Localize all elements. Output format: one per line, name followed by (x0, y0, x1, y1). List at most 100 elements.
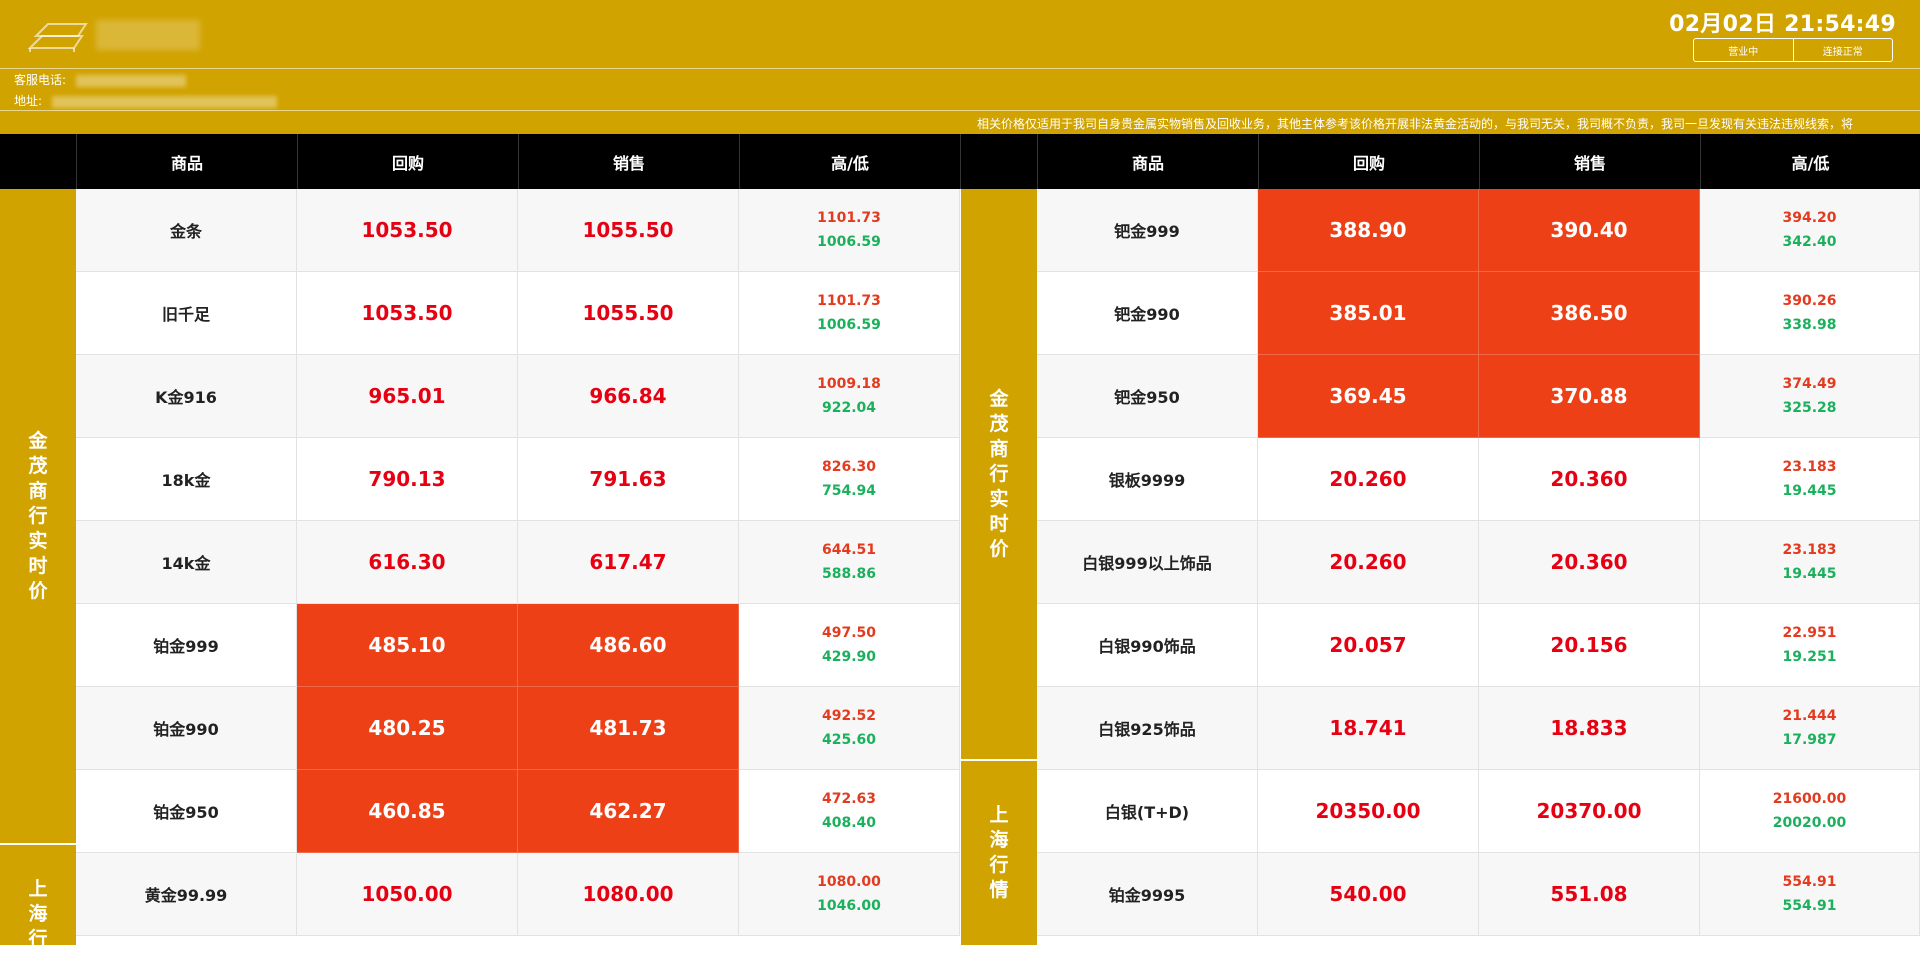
buyback-price-cell: 388.90 (1258, 189, 1479, 272)
notice-marquee: 相关价格仅适用于我司自身贵金属实物销售及回收业务，其他主体参考该价格开展非法黄金… (977, 117, 1854, 131)
divider (0, 110, 1920, 111)
table-row: K金916 965.01 966.84 1009.18 922.04 (76, 355, 960, 438)
low-price: 429.90 (821, 649, 877, 665)
group-label-char: 时 (989, 512, 1009, 535)
product-name-cell: 白银990饰品 (1037, 604, 1258, 687)
sell-price-cell: 20.360 (1479, 521, 1700, 604)
low-price: 408.40 (821, 815, 877, 831)
buyback-price-cell: 369.45 (1258, 355, 1479, 438)
sell-price-cell: 1055.50 (518, 272, 739, 355)
sell-price-cell: 966.84 (518, 355, 739, 438)
low-price: 425.60 (821, 732, 877, 748)
low-price: 1006.59 (817, 234, 881, 250)
sell-price-cell: 791.63 (518, 438, 739, 521)
high-low-cell: 1101.73 1006.59 (739, 189, 960, 272)
group-label-char: 金 (28, 429, 48, 452)
high-low-cell: 21600.00 20020.00 (1700, 770, 1920, 853)
product-name-cell: 14k金 (76, 521, 297, 604)
high-price: 644.51 (821, 542, 877, 558)
group-label-realtime: 金茂商行实时价 (961, 189, 1037, 761)
low-price: 1046.00 (817, 898, 881, 914)
buyback-price-cell: 790.13 (297, 438, 518, 521)
high-low-cell: 644.51 588.86 (739, 521, 960, 604)
high-price: 1080.00 (817, 874, 881, 890)
high-low-cell: 23.183 19.445 (1700, 438, 1920, 521)
high-price: 23.183 (1782, 459, 1837, 475)
high-low-cell: 554.91 554.91 (1700, 853, 1920, 936)
low-price: 325.28 (1782, 400, 1837, 416)
group-label-char: 茂 (28, 454, 48, 477)
table-row: 铂金999 485.10 486.60 497.50 429.90 (76, 604, 960, 687)
phone-value-blurred (75, 74, 186, 87)
sell-price-cell: 551.08 (1479, 853, 1700, 936)
high-price: 472.63 (821, 791, 877, 807)
group-label-char: 海 (989, 829, 1009, 851)
buyback-price-cell: 616.30 (297, 521, 518, 604)
col-header-sell: 销售 (1479, 134, 1700, 189)
high-low-cell: 23.183 19.445 (1700, 521, 1920, 604)
high-low-cell: 1009.18 922.04 (739, 355, 960, 438)
buyback-price-cell: 1053.50 (297, 272, 518, 355)
group-label-char: 行 (989, 462, 1009, 485)
table-row: 铂金990 480.25 481.73 492.52 425.60 (76, 687, 960, 770)
product-name-cell: 旧千足 (76, 272, 297, 355)
high-price: 394.20 (1782, 210, 1837, 226)
product-name-cell: 钯金999 (1037, 189, 1258, 272)
col-header-name: 商品 (76, 134, 297, 189)
table-row: 铂金9995 540.00 551.08 554.91 554.91 (1037, 853, 1920, 936)
low-price: 1006.59 (817, 317, 881, 333)
product-name-cell: 铂金990 (76, 687, 297, 770)
col-header-highlow: 高/低 (739, 134, 960, 189)
product-name-cell: 金条 (76, 189, 297, 272)
table-row: 旧千足 1053.50 1055.50 1101.73 1006.59 (76, 272, 960, 355)
group-label-char: 情 (989, 879, 1009, 901)
product-name-cell: K金916 (76, 355, 297, 438)
group-label-char: 行 (28, 928, 48, 950)
product-name-cell: 白银999以上饰品 (1037, 521, 1258, 604)
high-low-cell: 22.951 19.251 (1700, 604, 1920, 687)
col-header-sell: 销售 (518, 134, 739, 189)
address-line: 地址: (14, 92, 277, 109)
table-row: 黄金99.99 1050.00 1080.00 1080.00 1046.00 (76, 853, 960, 936)
high-low-cell: 21.444 17.987 (1700, 687, 1920, 770)
group-label-char: 上 (989, 804, 1009, 826)
low-price: 19.445 (1782, 483, 1837, 499)
header-spacer (960, 134, 1037, 189)
group-label-shanghai: 上海行情 (961, 761, 1037, 945)
product-name-cell: 铂金9995 (1037, 853, 1258, 936)
product-name-cell: 18k金 (76, 438, 297, 521)
datetime-display: 02月02日 21:54:49 (1669, 12, 1896, 37)
sell-price-cell: 20.156 (1479, 604, 1700, 687)
table-row: 白银(T+D) 20350.00 20370.00 21600.00 20020.00 (1037, 770, 1920, 853)
phone-line: 客服电话: (14, 71, 186, 88)
group-label-realtime: 金茂商行实时价 (0, 189, 76, 845)
sell-price-cell: 481.73 (518, 687, 739, 770)
table-row: 18k金 790.13 791.63 826.30 754.94 (76, 438, 960, 521)
sell-price-cell: 20.360 (1479, 438, 1700, 521)
low-price: 588.86 (821, 566, 877, 582)
high-price: 1101.73 (817, 293, 881, 309)
product-name-cell: 铂金999 (76, 604, 297, 687)
high-low-cell: 390.26 338.98 (1700, 272, 1920, 355)
table-row: 白银990饰品 20.057 20.156 22.951 19.251 (1037, 604, 1920, 687)
group-label-char: 上 (28, 878, 48, 900)
high-price: 22.951 (1782, 625, 1837, 641)
group-label-char: 金 (989, 387, 1009, 410)
high-low-cell: 1101.73 1006.59 (739, 272, 960, 355)
sell-price-cell: 617.47 (518, 521, 739, 604)
high-price: 374.49 (1782, 376, 1837, 392)
low-price: 19.445 (1782, 566, 1837, 582)
product-name-cell: 黄金99.99 (76, 853, 297, 936)
address-label: 地址: (14, 94, 43, 108)
high-low-cell: 374.49 325.28 (1700, 355, 1920, 438)
table-row: 银板9999 20.260 20.360 23.183 19.445 (1037, 438, 1920, 521)
high-low-cell: 1080.00 1046.00 (739, 853, 960, 936)
low-price: 342.40 (1782, 234, 1837, 250)
sell-price-cell: 486.60 (518, 604, 739, 687)
sell-price-cell: 1055.50 (518, 189, 739, 272)
table-row: 钯金950 369.45 370.88 374.49 325.28 (1037, 355, 1920, 438)
high-low-cell: 394.20 342.40 (1700, 189, 1920, 272)
high-low-cell: 497.50 429.90 (739, 604, 960, 687)
sell-price-cell: 386.50 (1479, 272, 1700, 355)
high-price: 21600.00 (1772, 791, 1847, 807)
